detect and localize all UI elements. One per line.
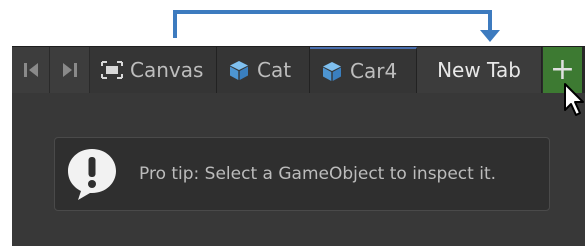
cube-icon bbox=[320, 59, 344, 83]
skip-to-end-button[interactable] bbox=[50, 47, 90, 93]
tab-car4[interactable]: Car4 bbox=[310, 47, 417, 93]
editor-window: Canvas Cat Car4 New Tab + Pro tip: Selec… bbox=[12, 46, 585, 246]
tab-new-tab[interactable]: New Tab bbox=[417, 47, 542, 93]
tab-cat[interactable]: Cat bbox=[217, 47, 310, 93]
plus-icon: + bbox=[549, 52, 576, 87]
pro-tip-box: Pro tip: Select a GameObject to inspect … bbox=[54, 137, 550, 211]
stage: Canvas Cat Car4 New Tab + Pro tip: Selec… bbox=[0, 0, 585, 246]
tab-bar: Canvas Cat Car4 New Tab + bbox=[12, 47, 585, 93]
mouse-cursor-icon bbox=[564, 83, 584, 116]
skip-to-end-icon bbox=[62, 63, 77, 77]
tab-label: New Tab bbox=[437, 58, 521, 82]
tab-label: Canvas bbox=[130, 58, 204, 82]
connector-arrowhead bbox=[480, 30, 500, 42]
exclamation-bubble-icon bbox=[65, 144, 119, 204]
skip-to-start-icon bbox=[23, 63, 38, 77]
tip-text: Pro tip: Select a GameObject to inspect … bbox=[139, 164, 497, 184]
tab-label: Car4 bbox=[350, 59, 398, 83]
connector-arrow bbox=[173, 10, 500, 42]
tab-canvas[interactable]: Canvas bbox=[90, 47, 217, 93]
canvas-frame-icon bbox=[100, 58, 124, 82]
cube-icon bbox=[227, 58, 251, 82]
tab-label: Cat bbox=[257, 58, 292, 82]
connector-line bbox=[173, 10, 492, 38]
skip-to-start-button[interactable] bbox=[12, 47, 50, 93]
